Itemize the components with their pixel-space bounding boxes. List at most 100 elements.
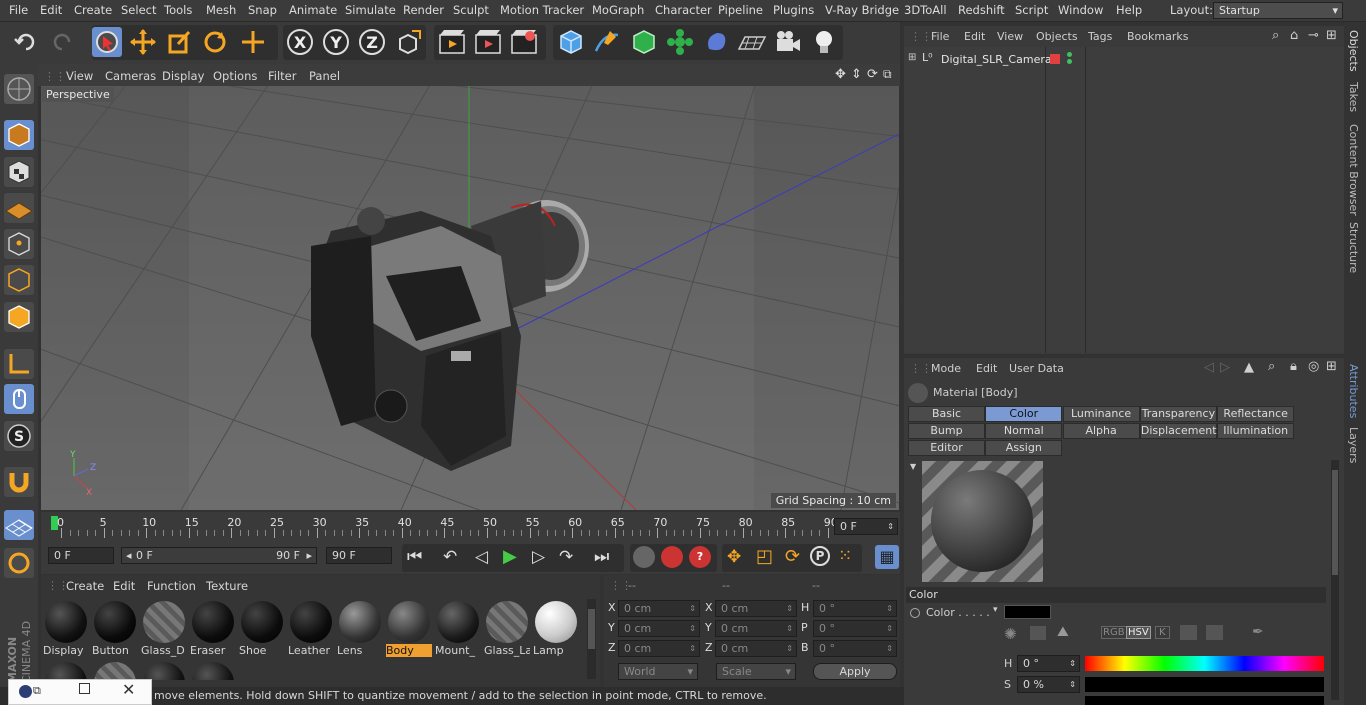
menu-file[interactable]: File [9, 3, 28, 17]
start-frame-field[interactable]: 0 F [48, 547, 114, 564]
coord-system-select[interactable]: World ▾ [618, 663, 698, 680]
editor-visibility-dot[interactable] [1067, 52, 1072, 57]
key-pla-icon[interactable]: ⁙ [838, 546, 852, 566]
locked-workplane-button[interactable] [4, 548, 34, 578]
workplane-snap-button[interactable] [4, 510, 34, 540]
rgb-mode-button[interactable]: RGB [1101, 626, 1127, 639]
floor-button[interactable] [737, 27, 767, 57]
coord-value-field[interactable]: 0 ° ⇕ [813, 620, 897, 637]
new-window-icon[interactable]: ⊞ [1326, 28, 1337, 43]
menu-character[interactable]: Character [655, 3, 712, 17]
tab-objects[interactable]: Objects [1347, 30, 1360, 72]
viewport-menu-display[interactable]: Display [162, 69, 204, 83]
axis-mode-button[interactable] [4, 349, 34, 379]
object-row[interactable]: ⊞ L⁰ Digital_SLR_Camera [904, 50, 1344, 68]
material-swatch-eraser[interactable]: Eraser [190, 599, 236, 657]
cube-object-button[interactable] [556, 27, 586, 57]
material-swatch-mount[interactable]: Mount_ [435, 599, 481, 657]
go-to-start-icon[interactable]: ⏮ [407, 547, 422, 567]
menu-window[interactable]: Window [1058, 3, 1103, 17]
texture-mode-button[interactable] [4, 157, 34, 187]
end-frame-field[interactable]: 90 F [326, 547, 392, 564]
redo-button[interactable] [47, 27, 77, 57]
material-swatch-partial[interactable] [43, 660, 89, 680]
saturation-slider[interactable] [1085, 677, 1324, 692]
attr-menu-user-data[interactable]: User Data [1009, 362, 1064, 375]
material-menu-edit[interactable]: Edit [113, 579, 135, 593]
lock-icon[interactable]: 🔒︎ [1290, 359, 1297, 374]
render-to-picture-viewer-button[interactable] [473, 27, 503, 57]
tab-content-browser[interactable]: Content Browser [1347, 124, 1360, 216]
subdivision-surface-button[interactable] [629, 27, 659, 57]
color-swatch[interactable] [1004, 605, 1051, 619]
light-button[interactable] [809, 27, 839, 57]
material-swatch-lens[interactable]: Lens [337, 599, 383, 657]
tab-structure[interactable]: Structure [1347, 222, 1360, 273]
value-slider[interactable] [1085, 696, 1324, 705]
coord-mode-select[interactable]: Scale ▾ [716, 663, 796, 680]
swatches-icon[interactable] [1206, 625, 1223, 640]
nav-back-icon[interactable]: ◁ [1204, 360, 1214, 375]
hue-field[interactable]: 0 ° ⇕ [1017, 655, 1080, 672]
autokey-help-icon[interactable]: ? [689, 546, 711, 568]
coord-value-field[interactable]: 0 cm ⇕ [715, 620, 797, 637]
live-selection-button[interactable] [92, 27, 122, 57]
menu-edit[interactable]: Edit [40, 3, 62, 17]
pan-view-icon[interactable]: ✥ [835, 67, 846, 82]
search-icon[interactable]: ⌕ [1272, 28, 1279, 43]
maximize-view-icon[interactable]: ⧉ [883, 67, 892, 82]
coord-value-field[interactable]: 0 ° ⇕ [813, 600, 897, 617]
cloner-button[interactable] [665, 27, 695, 57]
menu-render[interactable]: Render [403, 3, 444, 17]
attr-tab-color[interactable]: Color [985, 406, 1063, 422]
menu-select[interactable]: Select [121, 3, 156, 17]
material-swatch-partial[interactable] [190, 660, 236, 680]
menu-script[interactable]: Script [1015, 3, 1048, 17]
tab-layers[interactable]: Layers [1347, 427, 1360, 463]
workplane-mode-button[interactable] [4, 193, 34, 223]
attr-tab-reflectance[interactable]: Reflectance [1217, 406, 1295, 422]
key-parameter-icon[interactable]: P [810, 546, 830, 566]
menu-3dtoall[interactable]: 3DToAll [904, 3, 947, 17]
y-axis-lock-button[interactable]: Y [321, 27, 351, 57]
attr-tab-normal[interactable]: Normal [985, 423, 1063, 439]
viewport[interactable]: Y Z X Perspective Grid Spacing : 10 cm [41, 86, 899, 510]
back-icon[interactable]: ⊸ [1308, 28, 1319, 43]
spectrum-icon[interactable] [1030, 626, 1046, 640]
material-swatch-glass-la[interactable]: Glass_La [484, 599, 530, 657]
key-rotation-icon[interactable]: ⟳ [785, 546, 800, 567]
viewport-menu-options[interactable]: Options [213, 69, 257, 83]
key-scale-icon[interactable]: ◰ [756, 546, 773, 567]
object-menu-objects[interactable]: Objects [1036, 30, 1078, 43]
model-mode-button[interactable] [4, 120, 34, 150]
attr-menu-edit[interactable]: Edit [976, 362, 997, 375]
move-tool-button[interactable] [128, 27, 158, 57]
viewport-menu-cameras[interactable]: Cameras [105, 69, 156, 83]
attr-tab-bump[interactable]: Bump [908, 423, 985, 439]
tweak-mode-button[interactable] [4, 384, 34, 414]
maximize-icon[interactable] [79, 683, 90, 694]
x-axis-lock-button[interactable]: X [285, 27, 315, 57]
scale-tool-button[interactable] [164, 27, 194, 57]
pointer-icon[interactable]: ▲ [1244, 360, 1254, 375]
attr-tab-assign[interactable]: Assign [985, 440, 1063, 456]
coord-value-field[interactable]: 0 cm ⇕ [618, 620, 700, 637]
edges-mode-button[interactable] [4, 265, 34, 295]
material-menu-function[interactable]: Function [147, 579, 196, 593]
material-swatch-glass-d[interactable]: Glass_D [141, 599, 187, 657]
record-active-objects-icon[interactable] [661, 546, 683, 568]
previous-keyframe-icon[interactable]: ↶ [443, 547, 457, 567]
menu-mograph[interactable]: MoGraph [592, 3, 644, 17]
points-mode-button[interactable] [4, 229, 34, 259]
record-disabled-icon[interactable] [633, 546, 655, 568]
attr-tab-editor[interactable]: Editor [908, 440, 985, 456]
menu-help[interactable]: Help [1116, 3, 1142, 17]
layer-color-tag[interactable] [1050, 54, 1060, 64]
tab-takes[interactable]: Takes [1347, 82, 1360, 112]
make-editable-button[interactable] [4, 74, 34, 104]
magnet-snap-button[interactable] [4, 467, 34, 497]
current-frame-field[interactable]: 0 F ⇕ [834, 518, 898, 535]
attr-menu-mode[interactable]: Mode [931, 362, 961, 375]
menu-snap[interactable]: Snap [248, 3, 277, 17]
apply-button[interactable]: Apply [813, 663, 897, 680]
